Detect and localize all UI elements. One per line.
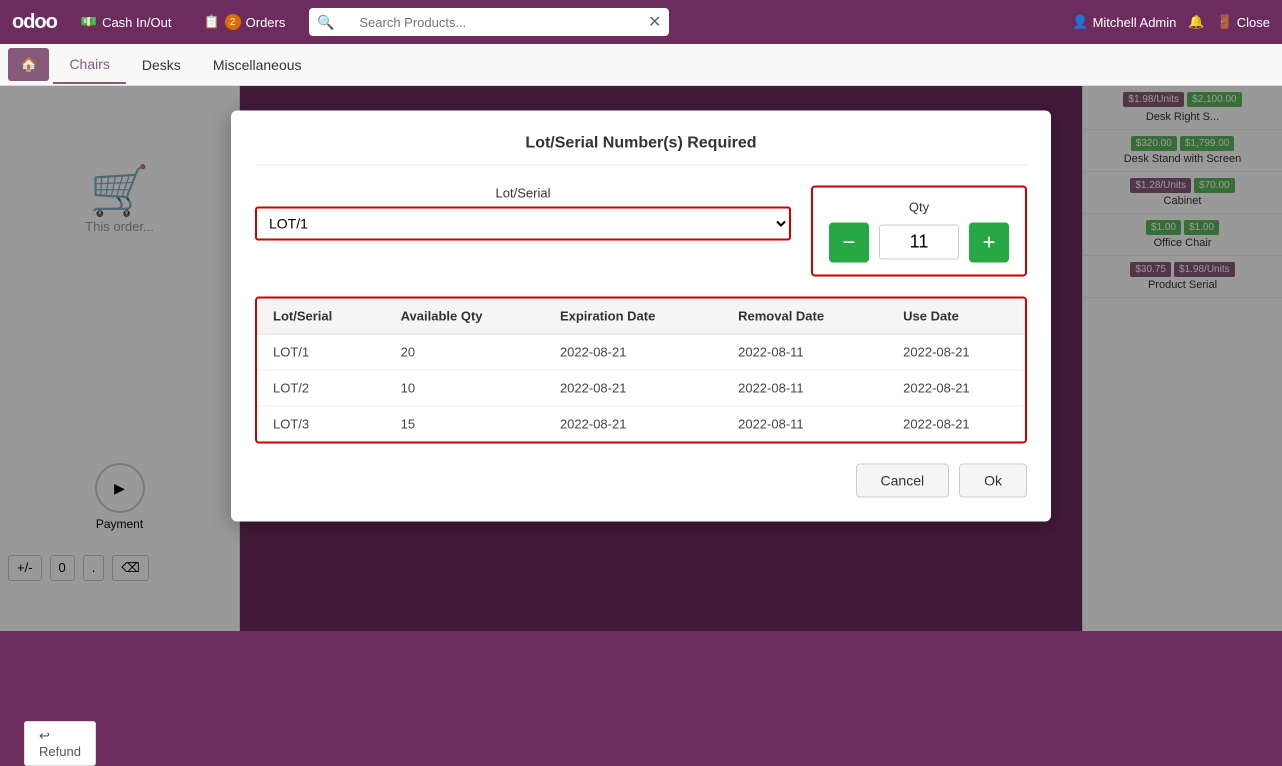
table-cell: 2022-08-11 xyxy=(722,370,887,406)
subnav: 🏠 Chairs Desks Miscellaneous xyxy=(0,44,1282,86)
notifications-icon: 🔔 xyxy=(1188,14,1204,30)
tab-desks[interactable]: Desks xyxy=(126,47,197,83)
lot-qty-row: Lot/Serial LOT/1 LOT/2 LOT/3 Qty − + xyxy=(255,185,1027,276)
refund-button[interactable]: ↩ Refund xyxy=(24,721,96,766)
cash-inout-button[interactable]: 💵 Cash In/Out xyxy=(73,10,180,34)
search-input[interactable] xyxy=(359,15,642,30)
table-cell: LOT/3 xyxy=(257,406,385,442)
qty-controls: − + xyxy=(829,222,1009,262)
list-icon: ☰ xyxy=(341,14,354,31)
user-menu[interactable]: 👤 Mitchell Admin xyxy=(1072,14,1176,30)
qty-label: Qty xyxy=(909,199,929,214)
table-cell: 10 xyxy=(385,370,544,406)
close-icon: 🚪 xyxy=(1217,14,1233,30)
modal-footer: Cancel Ok xyxy=(255,463,1027,497)
lot-label: Lot/Serial xyxy=(255,185,791,200)
table-cell: 2022-08-21 xyxy=(887,406,1025,442)
table-cell: 2022-08-21 xyxy=(544,406,722,442)
search-bar[interactable]: 🔍 ☰ ✕ xyxy=(309,8,669,36)
lot-serial-modal: Lot/Serial Number(s) Required Lot/Serial… xyxy=(231,110,1051,521)
col-removal-date: Removal Date xyxy=(722,298,887,334)
table-cell: 20 xyxy=(385,334,544,370)
search-icon: 🔍 xyxy=(317,14,334,31)
table-cell: 2022-08-11 xyxy=(722,334,887,370)
refund-icon: ↩ xyxy=(39,728,50,743)
topbar-right: 👤 Mitchell Admin 🔔 🚪 Close xyxy=(1072,14,1270,30)
col-use-date: Use Date xyxy=(887,298,1025,334)
col-expiration-date: Expiration Date xyxy=(544,298,722,334)
table-row[interactable]: LOT/2102022-08-212022-08-112022-08-21 xyxy=(257,370,1025,406)
qty-section: Qty − + xyxy=(811,185,1027,276)
odoo-logo: odoo xyxy=(12,11,57,34)
table-row[interactable]: LOT/3152022-08-212022-08-112022-08-21 xyxy=(257,406,1025,442)
table-cell: 2022-08-21 xyxy=(544,334,722,370)
col-lot-serial: Lot/Serial xyxy=(257,298,385,334)
qty-plus-button[interactable]: + xyxy=(969,222,1009,262)
home-button[interactable]: 🏠 xyxy=(8,48,49,81)
table-cell: 15 xyxy=(385,406,544,442)
topbar: odoo 💵 Cash In/Out 📋 2 Orders 🔍 ☰ ✕ 👤 Mi… xyxy=(0,0,1282,44)
cancel-button[interactable]: Cancel xyxy=(856,463,950,497)
col-available-qty: Available Qty xyxy=(385,298,544,334)
notifications-button[interactable]: 🔔 xyxy=(1188,14,1204,30)
tab-chairs[interactable]: Chairs xyxy=(53,46,125,84)
qty-minus-button[interactable]: − xyxy=(829,222,869,262)
lot-select[interactable]: LOT/1 LOT/2 LOT/3 xyxy=(255,206,791,240)
tab-miscellaneous[interactable]: Miscellaneous xyxy=(197,47,318,83)
modal-title: Lot/Serial Number(s) Required xyxy=(255,134,1027,165)
orders-badge: 2 xyxy=(225,14,241,30)
qty-input[interactable] xyxy=(879,225,959,260)
table-cell: LOT/1 xyxy=(257,334,385,370)
table-cell: 2022-08-21 xyxy=(544,370,722,406)
table-header-row: Lot/Serial Available Qty Expiration Date… xyxy=(257,298,1025,334)
orders-button[interactable]: 📋 2 Orders xyxy=(195,10,293,34)
table-cell: 2022-08-21 xyxy=(887,334,1025,370)
search-clear-icon[interactable]: ✕ xyxy=(648,12,661,32)
close-button[interactable]: 🚪 Close xyxy=(1217,14,1270,30)
lot-table-wrapper: Lot/Serial Available Qty Expiration Date… xyxy=(255,296,1027,443)
orders-icon: 📋 xyxy=(203,14,219,30)
ok-button[interactable]: Ok xyxy=(959,463,1027,497)
lot-table: Lot/Serial Available Qty Expiration Date… xyxy=(257,298,1025,441)
cash-icon: 💵 xyxy=(81,14,97,30)
lot-section: Lot/Serial LOT/1 LOT/2 LOT/3 xyxy=(255,185,791,276)
table-cell: 2022-08-21 xyxy=(887,370,1025,406)
avatar-icon: 👤 xyxy=(1072,14,1088,30)
table-row[interactable]: LOT/1202022-08-212022-08-112022-08-21 xyxy=(257,334,1025,370)
table-cell: 2022-08-11 xyxy=(722,406,887,442)
table-cell: LOT/2 xyxy=(257,370,385,406)
